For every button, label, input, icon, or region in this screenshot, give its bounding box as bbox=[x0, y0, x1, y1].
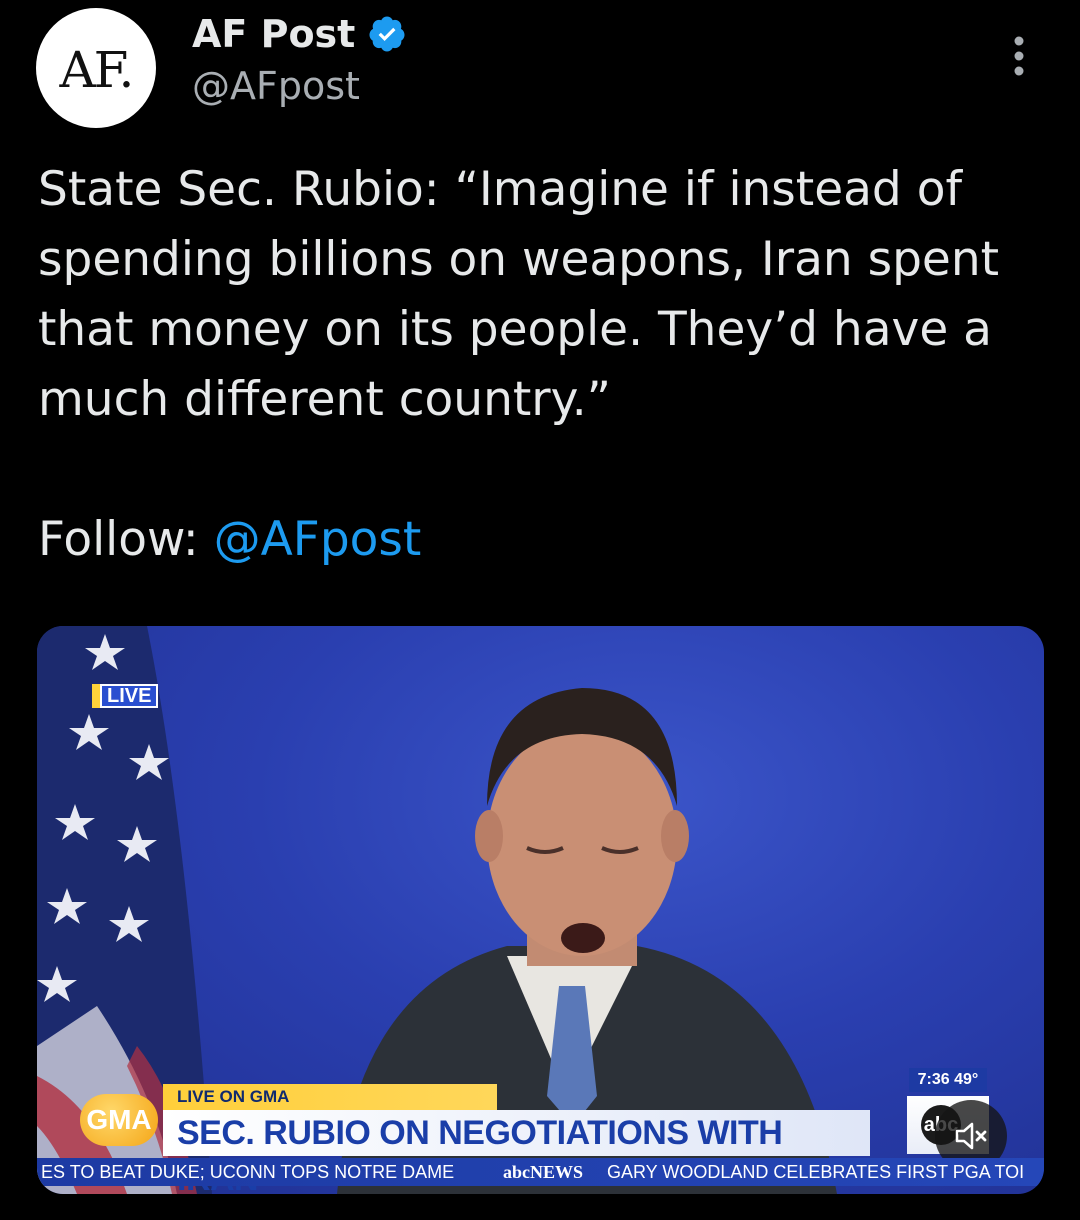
mute-icon bbox=[955, 1122, 987, 1150]
avatar-text: AF. bbox=[59, 41, 135, 99]
chyron-headline: SEC. RUBIO ON NEGOTIATIONS WITH IRAN bbox=[163, 1110, 870, 1194]
live-badge: LIVE bbox=[92, 684, 159, 708]
verified-badge-icon bbox=[369, 16, 405, 52]
follow-label: Follow: bbox=[38, 512, 199, 567]
tweet-text: State Sec. Rubio: “Imagine if instead of… bbox=[38, 162, 1000, 427]
news-ticker: ES TO BEAT DUKE; UCONN TOPS NOTRE DAME a… bbox=[37, 1158, 1044, 1186]
author-name-row: AF Post bbox=[192, 12, 407, 56]
more-options-icon[interactable] bbox=[1004, 34, 1034, 78]
chyron-top-label: LIVE ON GMA bbox=[163, 1084, 497, 1110]
clock-weather: 7:36 49° bbox=[909, 1068, 987, 1092]
live-badge-text: LIVE bbox=[100, 684, 159, 708]
follow-line: Follow: @AFpost bbox=[38, 505, 421, 575]
author-display-name[interactable]: AF Post bbox=[192, 12, 355, 56]
gma-logo: GMA bbox=[80, 1094, 158, 1146]
video-player[interactable]: LIVE LIVE ON GMA SEC. RUBIO ON NEGOTIATI… bbox=[37, 626, 1044, 1194]
author-handle[interactable]: @AFpost bbox=[192, 64, 360, 108]
ticker-right-text: GARY WOODLAND CELEBRATES FIRST PGA TOI bbox=[607, 1162, 1025, 1182]
ticker-brand: abcNEWS bbox=[503, 1162, 584, 1182]
ticker-left-text: ES TO BEAT DUKE; UCONN TOPS NOTRE DAME bbox=[41, 1162, 455, 1182]
author-avatar[interactable]: AF. bbox=[36, 8, 156, 128]
follow-handle-link[interactable]: @AFpost bbox=[214, 512, 422, 567]
